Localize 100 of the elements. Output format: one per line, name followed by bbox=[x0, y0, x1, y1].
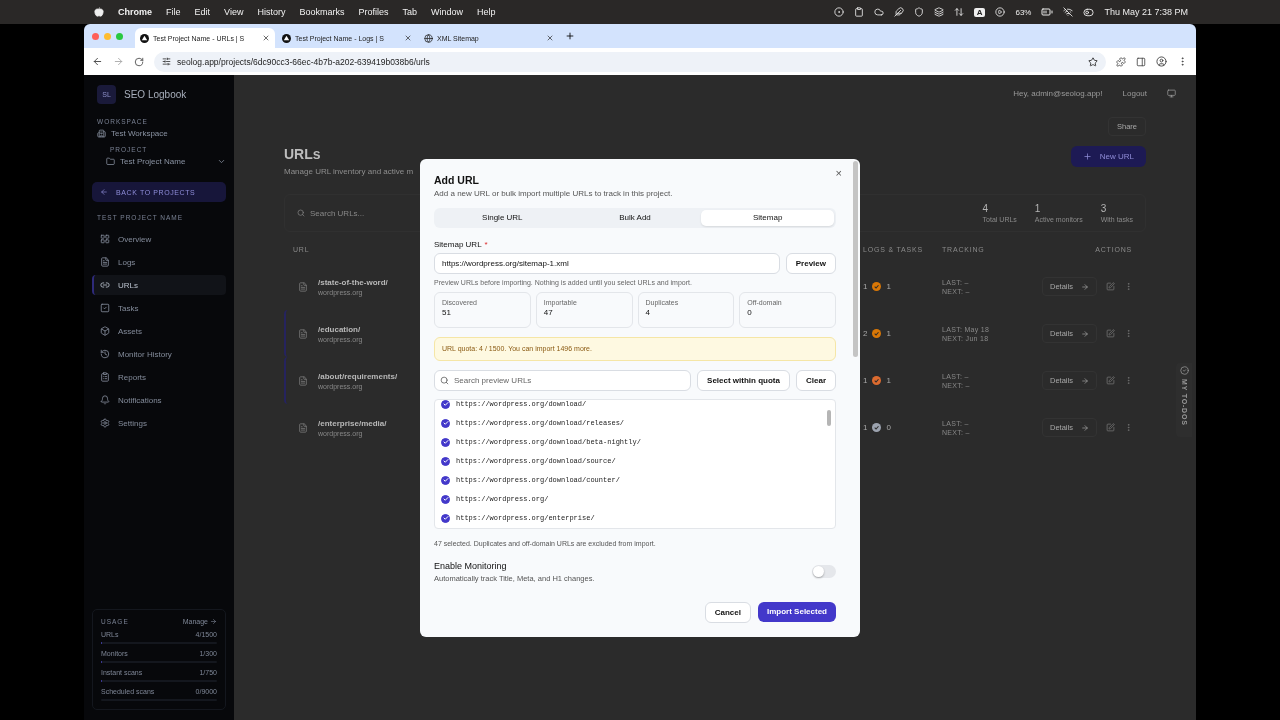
task-count: 1 bbox=[886, 282, 891, 291]
menu-item[interactable]: Window bbox=[430, 7, 463, 17]
stat-value: 47 bbox=[543, 307, 553, 317]
url-path[interactable]: /state-of-the-word/ bbox=[318, 277, 388, 287]
back-arrow-icon bbox=[100, 188, 108, 196]
cloud-icon[interactable] bbox=[873, 7, 884, 17]
workspace-selector[interactable]: Test Workspace bbox=[92, 125, 226, 142]
select-within-quota-button[interactable]: Select within quota bbox=[697, 369, 790, 391]
clear-button[interactable]: Clear bbox=[796, 369, 836, 391]
apple-icon[interactable] bbox=[94, 7, 104, 17]
scrollbar bbox=[827, 409, 831, 426]
transfer-icon[interactable] bbox=[953, 7, 964, 17]
site-icon bbox=[140, 33, 149, 43]
url-path[interactable]: /education/ bbox=[318, 324, 363, 334]
checkbox[interactable] bbox=[441, 494, 450, 504]
feather-icon[interactable] bbox=[893, 7, 904, 17]
nav-item[interactable]: Reports bbox=[92, 367, 226, 387]
stat-value: 3 bbox=[1100, 203, 1108, 214]
checkbox[interactable] bbox=[441, 456, 450, 466]
checkbox[interactable] bbox=[441, 513, 450, 523]
menu-item[interactable]: View bbox=[224, 7, 244, 17]
site-settings-icon[interactable] bbox=[162, 57, 171, 66]
wifi-icon[interactable] bbox=[1063, 7, 1074, 17]
task-count: 1 bbox=[886, 329, 891, 338]
history-icon bbox=[100, 349, 110, 359]
close-tab-icon[interactable] bbox=[262, 34, 270, 42]
battery-icon[interactable] bbox=[1041, 6, 1054, 18]
nav-item[interactable]: Settings bbox=[92, 413, 226, 433]
nav-item[interactable]: Notifications bbox=[92, 390, 226, 410]
nav-item[interactable]: Tasks bbox=[92, 298, 226, 318]
mode-tab[interactable]: Single URL bbox=[436, 209, 569, 226]
extensions-icon[interactable] bbox=[1116, 56, 1126, 67]
close-tab-icon[interactable] bbox=[546, 34, 554, 42]
search-field[interactable]: Search URLs... bbox=[297, 208, 365, 218]
input-source-icon[interactable]: A bbox=[973, 7, 986, 17]
clock[interactable]: Thu May 21 7:38 PM bbox=[1104, 7, 1188, 17]
grid-icon bbox=[100, 234, 110, 244]
stat-value: 1 bbox=[1034, 203, 1042, 214]
preview-search-field[interactable]: Search preview URLs bbox=[434, 369, 692, 391]
arrow-right-icon bbox=[210, 618, 217, 625]
new-tab-icon[interactable] bbox=[565, 31, 575, 41]
address-bar[interactable]: seolog.app/projects/6dc90cc3-66ec-4b7b-a202-639419b038b6/urls bbox=[154, 51, 1106, 72]
nav-item[interactable]: Assets bbox=[92, 321, 226, 341]
nav-item[interactable]: Overview bbox=[92, 229, 226, 249]
project-selector[interactable]: Test Project Name bbox=[92, 153, 226, 170]
url-path[interactable]: /about/requirements/ bbox=[318, 371, 398, 381]
stat-value: 4 bbox=[645, 307, 650, 317]
import-selected-button[interactable]: Import Selected bbox=[758, 601, 836, 622]
monitor-icon[interactable] bbox=[1167, 88, 1176, 98]
app-menu[interactable]: Chrome bbox=[118, 7, 152, 17]
control-center-icon[interactable] bbox=[1083, 6, 1095, 18]
url-path[interactable]: /enterprise/media/ bbox=[318, 418, 387, 428]
monitoring-toggle[interactable] bbox=[812, 565, 836, 578]
document-icon bbox=[298, 281, 308, 292]
checkbox[interactable] bbox=[441, 475, 450, 485]
checkbox[interactable] bbox=[441, 437, 450, 447]
record-icon[interactable] bbox=[833, 7, 844, 17]
stat-value: 51 bbox=[442, 307, 451, 317]
checkbox-icon bbox=[100, 303, 110, 313]
mode-tab[interactable]: Bulk Add bbox=[568, 209, 702, 226]
globe-icon bbox=[424, 33, 433, 43]
side-panel-icon[interactable] bbox=[1136, 56, 1146, 67]
nav-item[interactable]: Logs bbox=[92, 252, 226, 272]
arrow-right-icon bbox=[1080, 376, 1089, 385]
bell-icon bbox=[100, 395, 110, 405]
dialog-title: Add URL bbox=[434, 173, 480, 186]
menu-item[interactable]: Help bbox=[477, 7, 496, 17]
page-title: URLs bbox=[284, 146, 322, 162]
profile-icon[interactable] bbox=[1156, 56, 1167, 67]
close-button[interactable]: × bbox=[835, 166, 842, 179]
new-url-button[interactable]: New URL bbox=[1070, 146, 1146, 167]
reload-icon[interactable] bbox=[134, 56, 144, 67]
menu-item[interactable]: Tab bbox=[402, 7, 417, 17]
checkbox[interactable] bbox=[441, 399, 450, 409]
menu-item[interactable]: History bbox=[257, 7, 286, 17]
sitemap-url-field[interactable]: https://wordpress.org/sitemap-1.xml bbox=[434, 252, 780, 274]
brand-name: SEO Logbook bbox=[124, 89, 187, 100]
menu-item[interactable]: Edit bbox=[194, 7, 211, 17]
logout-link[interactable]: Logout bbox=[1122, 88, 1147, 98]
bookmark-star-icon[interactable] bbox=[1088, 56, 1098, 67]
menu-item[interactable]: File bbox=[166, 7, 181, 17]
nav-item[interactable]: Monitor History bbox=[92, 344, 226, 364]
shield-icon[interactable] bbox=[913, 7, 924, 17]
checkbox[interactable] bbox=[441, 418, 450, 428]
cancel-button[interactable]: Cancel bbox=[704, 601, 751, 623]
arrow-right-icon bbox=[1080, 282, 1089, 291]
document-icon bbox=[298, 328, 308, 339]
layers-icon[interactable] bbox=[933, 7, 944, 17]
play-icon[interactable] bbox=[995, 7, 1006, 17]
preview-button[interactable]: Preview bbox=[785, 252, 836, 274]
menu-item[interactable]: Profiles bbox=[358, 7, 389, 17]
close-tab-icon[interactable] bbox=[404, 34, 412, 42]
stat-value: 0 bbox=[747, 307, 752, 317]
back-icon[interactable] bbox=[92, 56, 103, 67]
search-icon bbox=[440, 375, 449, 385]
mode-tab[interactable]: Sitemap bbox=[701, 209, 834, 226]
nav-item[interactable]: URLs bbox=[92, 275, 226, 295]
clipboard-icon[interactable] bbox=[853, 7, 864, 17]
document-icon bbox=[100, 257, 110, 267]
menu-item[interactable]: Bookmarks bbox=[299, 7, 345, 17]
